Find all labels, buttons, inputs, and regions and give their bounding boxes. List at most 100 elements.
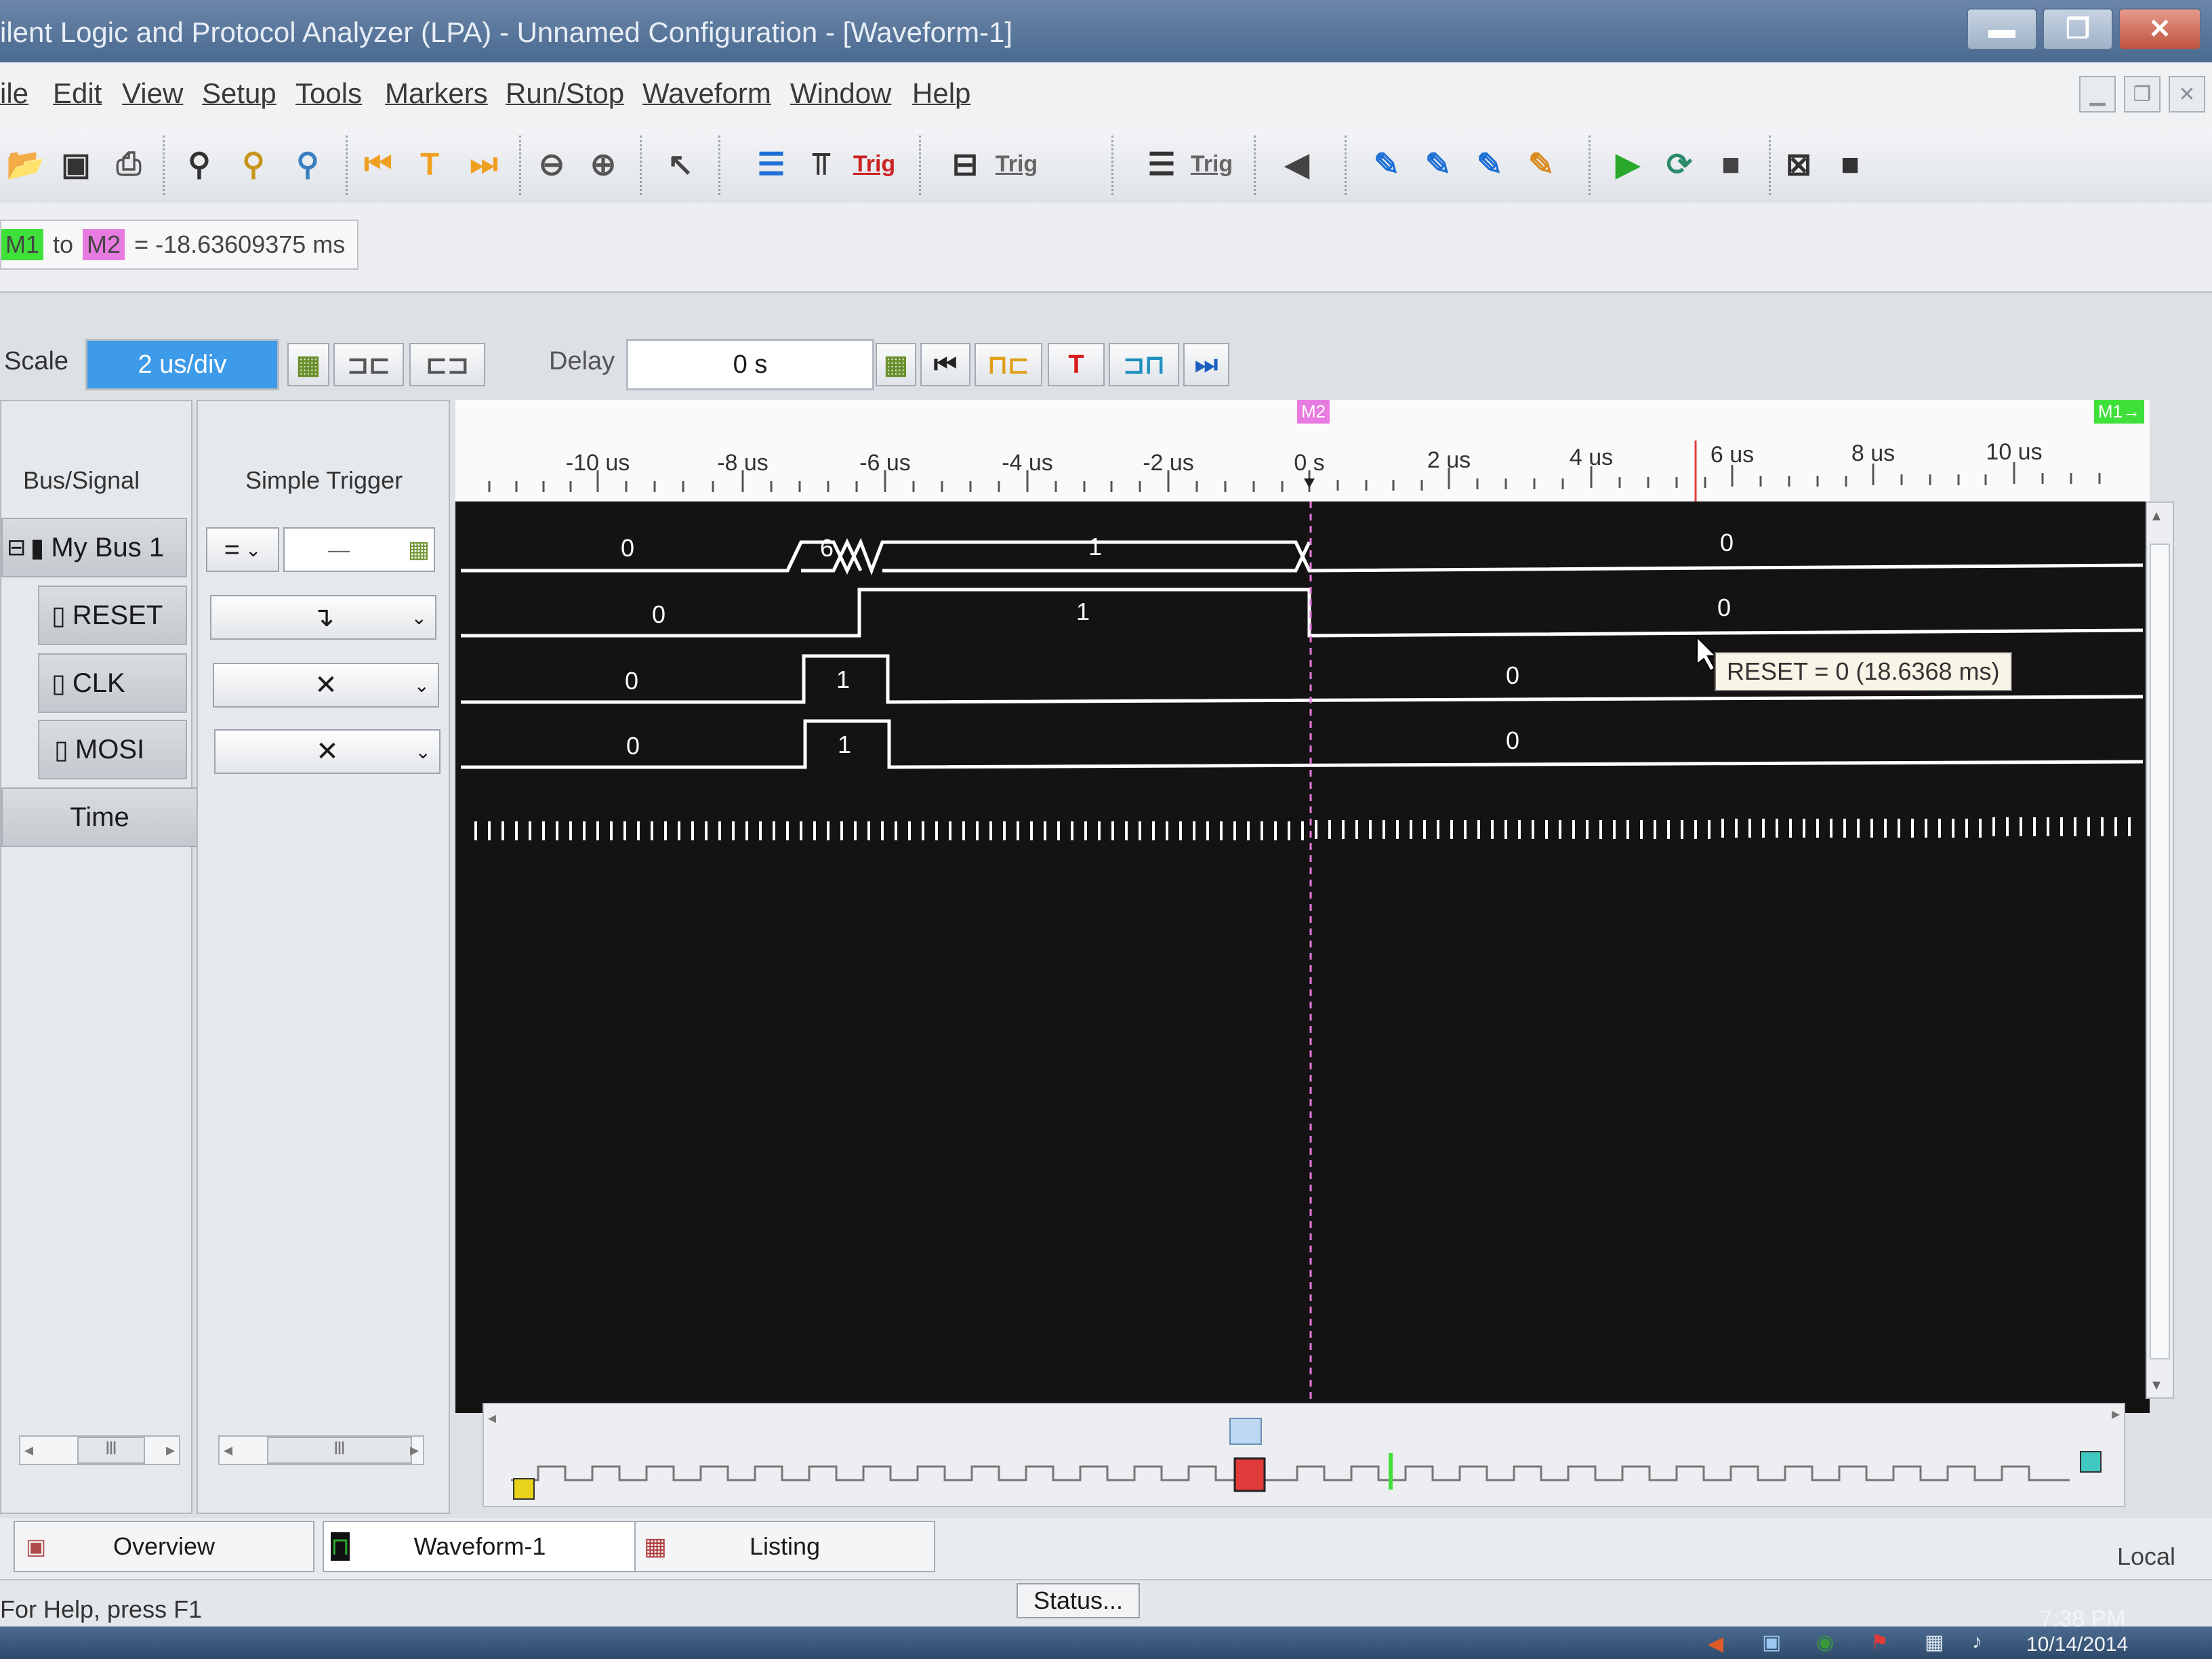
status-button[interactable]: Status... [1017,1583,1140,1618]
menu-waveform[interactable]: Waveform [642,77,771,110]
delay-to-trigger-button[interactable]: T [1048,343,1105,386]
trigger-settings-1-icon[interactable]: Trig [851,141,897,187]
menu-run-stop[interactable]: Run/Stop [506,77,624,110]
run-repetitive-icon[interactable]: ⟳ [1656,141,1702,187]
mosi-trigger-select[interactable]: ✕ ⌄ [214,729,441,774]
tray-volume-icon[interactable]: ♪ [1972,1631,1982,1654]
scroll-thumb[interactable]: Ⅲ [267,1437,412,1464]
scroll-left-arrow-icon[interactable]: ◂ [224,1439,232,1460]
speaker-icon[interactable]: ◀ [1274,141,1320,187]
list-settings-icon[interactable]: ☰ [748,141,794,187]
tray-app-icon[interactable]: ▣ [1762,1631,1781,1654]
find-next-icon[interactable]: ⚲ [230,141,276,187]
m1-tag[interactable]: M1 [1,229,44,260]
scroll-left-arrow-icon[interactable]: ◂ [488,1408,496,1428]
time-ruler[interactable]: M2 M1→ -10 us -8 us -6 us -4 us -2 us 0 … [455,400,2150,503]
zoom-out-scale-button[interactable]: ⊏⊐ [409,343,485,386]
zoom-in-icon[interactable]: ⊕ [580,141,626,187]
delay-to-end-button[interactable]: ⏭ [1183,343,1229,386]
scroll-left-arrow-icon[interactable]: ◂ [24,1439,33,1460]
find-icon[interactable]: ⚲ [176,141,222,187]
stop-icon[interactable]: ■ [1708,141,1754,187]
go-to-start-icon[interactable]: ⏮ [355,141,401,187]
go-to-trigger-icon[interactable]: T [407,141,453,187]
marker-offset-icon[interactable]: ✎ [1518,141,1564,187]
maximize-button[interactable]: ❐ [2043,8,2113,50]
signal-my-bus-1[interactable]: ⊟ ▮ My Bus 1 [1,518,187,577]
go-to-end-icon[interactable]: ⏭ [461,141,507,187]
waveform-area[interactable]: 0 6 1 0 0 1 0 0 1 0 0 1 0 [455,501,2150,1413]
scroll-thumb[interactable]: Ⅲ [77,1437,145,1464]
mdi-close-button[interactable]: ✕ [2169,76,2205,112]
marker-interval-icon[interactable]: ✎ [1467,141,1513,187]
run-icon[interactable]: ▶ [1605,141,1651,187]
tray-flag-icon[interactable]: ⚑ [1870,1631,1889,1654]
marker-next-icon[interactable]: ✎ [1415,141,1461,187]
tab-listing[interactable]: ▦ Listing [634,1521,935,1572]
bus-signal-icon[interactable]: ⫪ [798,141,844,187]
menu-setup[interactable]: Setup [202,77,276,110]
menu-markers[interactable]: Markers [385,77,488,110]
clock-date[interactable]: 10/14/2014 [2026,1633,2128,1656]
scroll-up-arrow-icon[interactable]: ▴ [2152,506,2160,525]
time-label[interactable]: Time [1,787,198,847]
minimize-button[interactable]: ▬ [1967,8,2037,50]
overview-scroll-strip[interactable]: ◂ ▸ [483,1403,2125,1507]
bus-trigger-value-input[interactable]: — ▦ [283,527,435,572]
scroll-thumb[interactable] [2150,544,2170,1359]
mdi-minimize-button[interactable]: ▁ [2079,76,2116,112]
zoom-in-scale-button[interactable]: ⊐⊏ [333,343,404,386]
window-icon[interactable]: ■ [1827,141,1873,187]
close-button[interactable]: ✕ [2118,8,2201,50]
trigger-panel-scrollbar[interactable]: ◂ Ⅲ ▸ [218,1435,424,1465]
bus-panel-scrollbar[interactable]: ◂ Ⅲ ▸ [19,1435,180,1465]
trigger-settings-3-icon[interactable]: Trig [1189,141,1235,187]
list-icon[interactable]: ☰ [1139,141,1185,187]
scale-calculator-button[interactable]: ▦ [287,343,329,386]
delay-prev-button[interactable]: ⊓⊏ [975,343,1042,386]
reset-trigger-select[interactable]: ↴ ⌄ [210,595,436,640]
tab-overview[interactable]: ▣ Overview [14,1521,314,1572]
tray-network-icon[interactable]: ◉ [1816,1631,1834,1654]
scroll-down-arrow-icon[interactable]: ▾ [2152,1375,2160,1395]
tray-monitor-icon[interactable]: ▦ [1925,1631,1944,1654]
tab-waveform-1[interactable]: ⊓ Waveform-1 [323,1521,637,1572]
trigger-position-marker [1233,1457,1266,1492]
find-prev-icon[interactable]: ⚲ [285,141,331,187]
save-icon[interactable]: ▣ [53,141,99,187]
sampling-icon[interactable]: ⊟ [942,141,988,187]
scroll-right-arrow-icon[interactable]: ▸ [166,1439,175,1460]
scroll-right-arrow-icon[interactable]: ▸ [2112,1404,2120,1424]
bus-trigger-operator[interactable]: = ⌄ [206,527,279,572]
zoom-out-icon[interactable]: ⊖ [529,141,575,187]
delay-input[interactable]: 0 s [626,339,874,390]
expand-icon[interactable]: ⊟ [7,534,26,561]
menu-window[interactable]: Window [790,77,891,110]
delay-calculator-button[interactable]: ▦ [876,343,916,386]
add-marker-icon[interactable]: ✎ [1364,141,1410,187]
menu-help[interactable]: Help [912,77,970,110]
calculator-icon[interactable]: ▦ [408,536,430,563]
signal-reset[interactable]: ▯ RESET [38,586,187,645]
menu-edit[interactable]: Edit [53,77,102,110]
signal-mosi[interactable]: ▯ MOSI [38,720,187,779]
menu-file[interactable]: ile [0,77,28,110]
scroll-right-arrow-icon[interactable]: ▸ [410,1439,419,1460]
delay-next-button[interactable]: ⊐⊓ [1109,343,1179,386]
speaker-muted-icon[interactable]: ◀ [1708,1632,1723,1656]
vertical-scrollbar[interactable]: ▴ ▾ [2146,501,2174,1399]
menu-tools[interactable]: Tools [295,77,362,110]
signal-clk[interactable]: ▯ CLK [38,653,187,713]
delay-to-start-button[interactable]: ⏮ [920,343,970,386]
menu-view[interactable]: View [122,77,183,110]
clk-trigger-select[interactable]: ✕ ⌄ [213,663,439,708]
scale-input[interactable]: 2 us/div [85,339,279,390]
auto-scale-icon[interactable]: ↖ [657,141,703,187]
print-icon[interactable]: ⎙ [106,141,152,187]
open-folder-icon[interactable]: 📂 [3,141,49,187]
m2-tag[interactable]: M2 [83,229,125,260]
clock-time[interactable]: 7:38 PM [2040,1606,2126,1633]
cancel-icon[interactable]: ⊠ [1776,141,1822,187]
trigger-settings-2-icon[interactable]: Trig [994,141,1040,187]
mdi-restore-button[interactable]: ❐ [2124,76,2160,112]
